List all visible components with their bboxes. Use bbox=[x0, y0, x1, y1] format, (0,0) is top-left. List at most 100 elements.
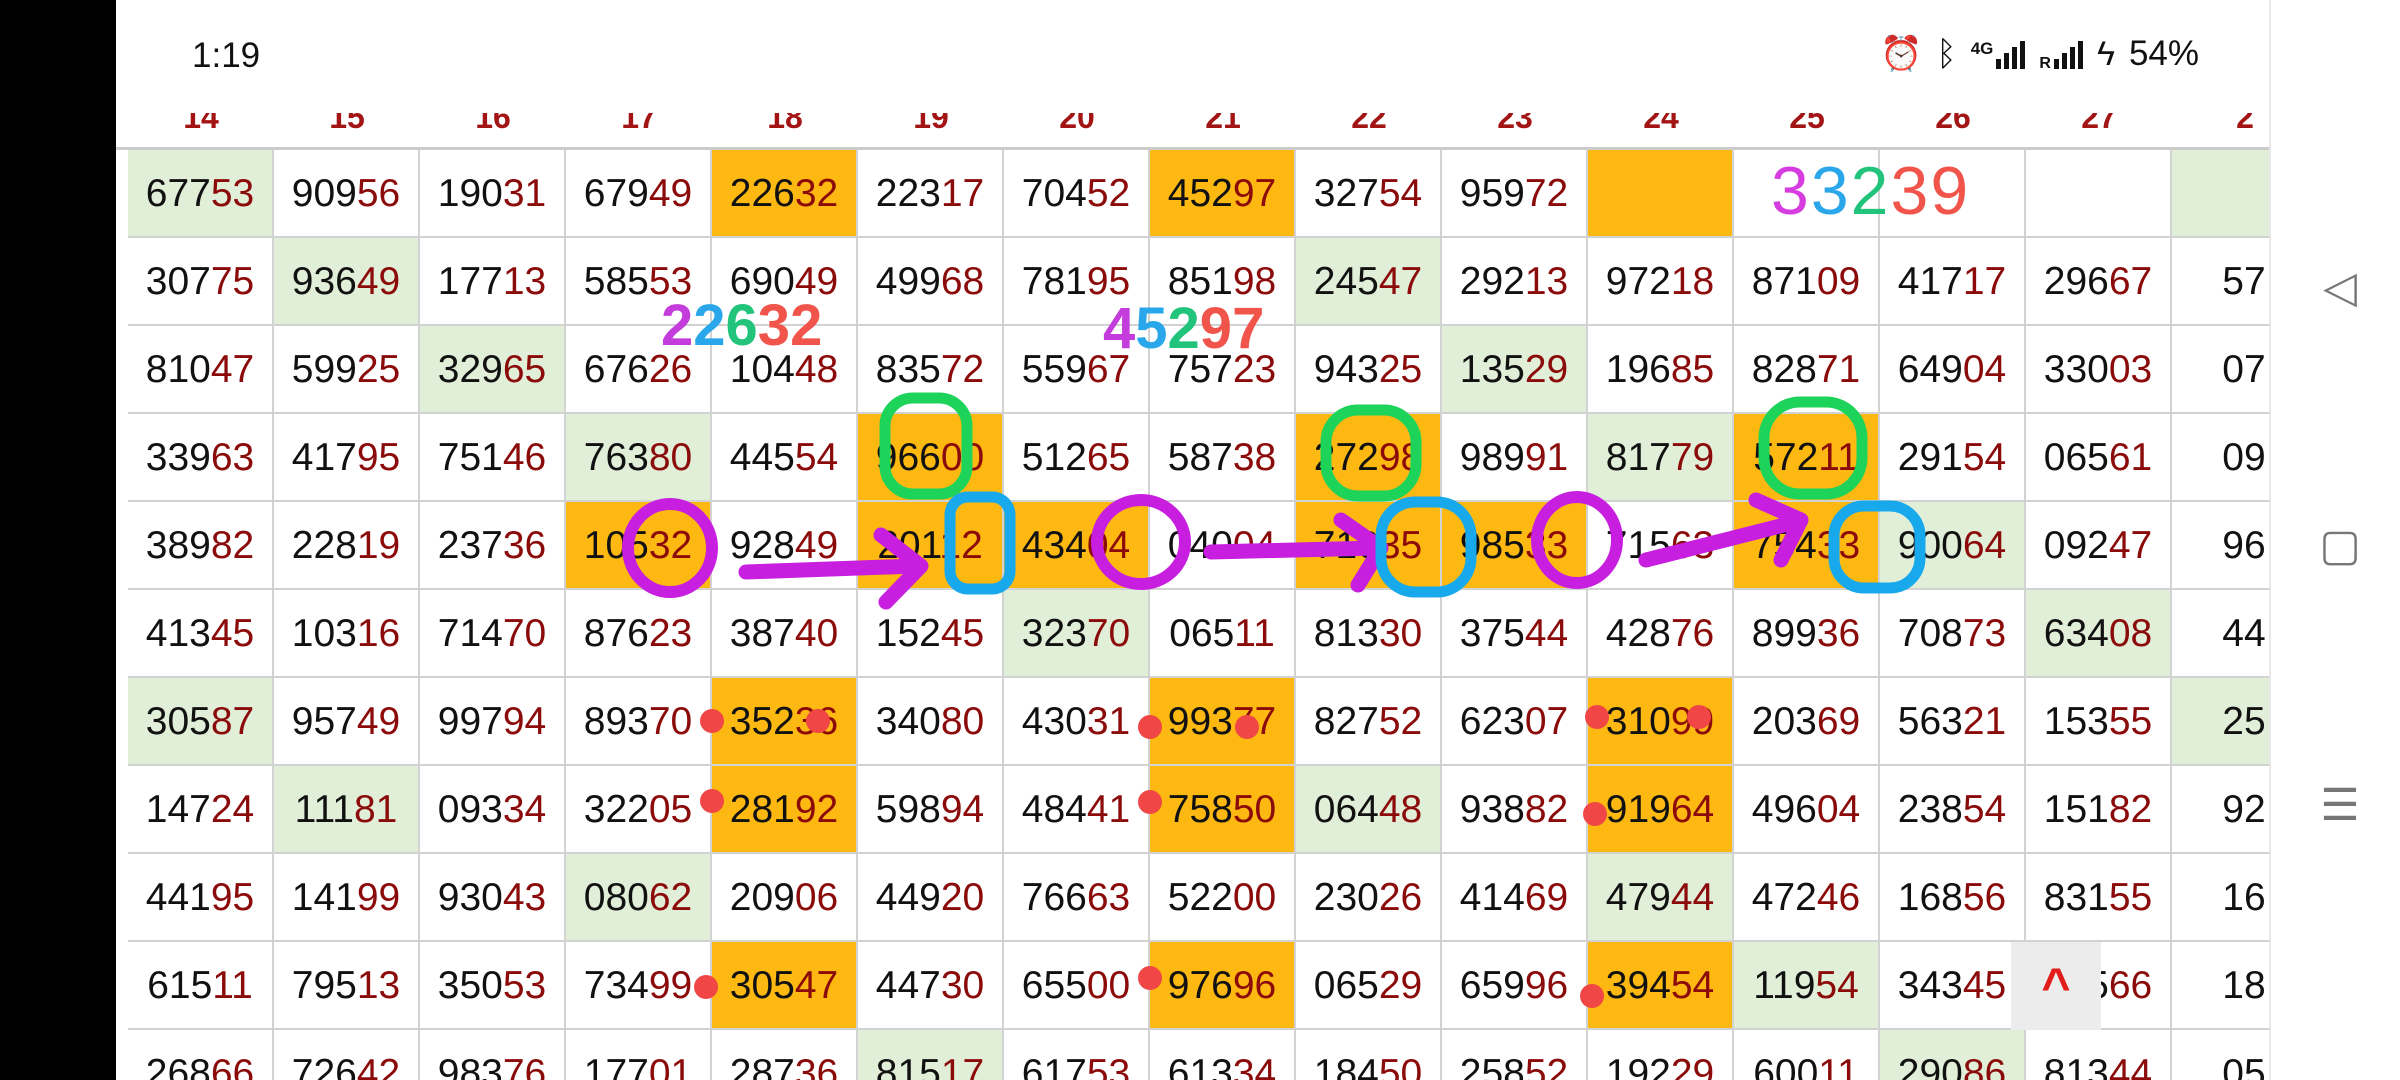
number-cell: 99377 bbox=[1150, 678, 1296, 766]
number-cell: 29667 bbox=[2026, 238, 2172, 326]
number-cell: 87623 bbox=[566, 590, 712, 678]
number-cell: 44920 bbox=[858, 854, 1004, 942]
number-cell: 35236 bbox=[712, 678, 858, 766]
number-cell: 89936 bbox=[1734, 590, 1880, 678]
number-cell: 72642 bbox=[274, 1030, 420, 1080]
number-cell: 87109 bbox=[1734, 238, 1880, 326]
status-time: 1:19 bbox=[192, 36, 261, 75]
number-cell: 18 bbox=[2172, 942, 2269, 1030]
number-cell: 97696 bbox=[1150, 942, 1296, 1030]
number-cell: 49604 bbox=[1734, 766, 1880, 854]
number-cell: 23026 bbox=[1296, 854, 1442, 942]
number-cell: 69049 bbox=[712, 238, 858, 326]
big-number-digit: 9 bbox=[1930, 153, 1971, 229]
number-cell: 81330 bbox=[1296, 590, 1442, 678]
number-cell: 67626 bbox=[566, 326, 712, 414]
number-cell: 20906 bbox=[712, 854, 858, 942]
number-cell: 18450 bbox=[1296, 1030, 1442, 1080]
scroll-top-button[interactable]: ^ bbox=[2011, 942, 2101, 1030]
number-cell: 19685 bbox=[1588, 326, 1734, 414]
number-cell: 95749 bbox=[274, 678, 420, 766]
number-cell: 44195 bbox=[128, 854, 274, 942]
bluetooth-icon: ᛒ bbox=[1936, 35, 1957, 73]
number-cell: 11181 bbox=[274, 766, 420, 854]
number-cell: 92849 bbox=[712, 502, 858, 590]
number-cell: 98376 bbox=[420, 1030, 566, 1080]
number-cell: 32965 bbox=[420, 326, 566, 414]
number-cell: 17701 bbox=[566, 1030, 712, 1080]
number-cell: 81517 bbox=[858, 1030, 1004, 1080]
number-cell: 55967 bbox=[1004, 326, 1150, 414]
number-cell: 49968 bbox=[858, 238, 1004, 326]
number-cell: 93043 bbox=[420, 854, 566, 942]
number-cell: 85198 bbox=[1150, 238, 1296, 326]
column-header-row: 14 15 16 17 18 19 20 21 22 23 24 25 26 27 2 bbox=[116, 99, 2269, 150]
number-cell: 91964 bbox=[1588, 766, 1734, 854]
number-cell: 07 bbox=[2172, 326, 2269, 414]
number-cell: 34080 bbox=[858, 678, 1004, 766]
number-cell: 32370 bbox=[1004, 590, 1150, 678]
number-cell: 27298 bbox=[1296, 414, 1442, 502]
number-cell: 62307 bbox=[1442, 678, 1588, 766]
number-cell: 59925 bbox=[274, 326, 420, 414]
number-cell: 48441 bbox=[1004, 766, 1150, 854]
number-cell: 31099 bbox=[1588, 678, 1734, 766]
back-button[interactable]: ◁ bbox=[2315, 262, 2365, 313]
number-cell: 38740 bbox=[712, 590, 858, 678]
number-cell: 14724 bbox=[128, 766, 274, 854]
number-cell: 65500 bbox=[1004, 942, 1150, 1030]
number-cell: 23736 bbox=[420, 502, 566, 590]
number-cell: 16 bbox=[2172, 854, 2269, 942]
number-cell: 98991 bbox=[1442, 414, 1588, 502]
number-cell: 28736 bbox=[712, 1030, 858, 1080]
number-cell: 32205 bbox=[566, 766, 712, 854]
number-cell: 13529 bbox=[1442, 326, 1588, 414]
recent-apps-button[interactable]: ☰ bbox=[2315, 780, 2365, 831]
number-cell: 19229 bbox=[1588, 1030, 1734, 1080]
number-cell: 81779 bbox=[1588, 414, 1734, 502]
number-cell: 37544 bbox=[1442, 590, 1588, 678]
big-number-digit: 3 bbox=[1890, 153, 1931, 229]
number-cell: 30775 bbox=[128, 238, 274, 326]
number-cell: 96 bbox=[2172, 502, 2269, 590]
home-button[interactable]: ▢ bbox=[2315, 520, 2365, 571]
number-cell: 34345 bbox=[1880, 942, 2026, 1030]
number-cell: 75146 bbox=[420, 414, 566, 502]
number-cell: 44 bbox=[2172, 590, 2269, 678]
number-cell: 43404 bbox=[1004, 502, 1150, 590]
number-cell: 67753 bbox=[128, 150, 274, 238]
big-number-digit: 2 bbox=[1850, 153, 1891, 229]
number-cell: 94325 bbox=[1296, 326, 1442, 414]
number-cell: 35053 bbox=[420, 942, 566, 1030]
number-cell: 10532 bbox=[566, 502, 712, 590]
number-cell: 73499 bbox=[566, 942, 712, 1030]
number-cell: 06561 bbox=[2026, 414, 2172, 502]
number-cell: 64904 bbox=[1880, 326, 2026, 414]
signal-roaming-icon: R bbox=[2039, 39, 2083, 72]
number-cell: 41469 bbox=[1442, 854, 1588, 942]
number-cell: 60011 bbox=[1734, 1030, 1880, 1080]
number-cell bbox=[1588, 150, 1734, 238]
app-screen: 1:19 ⏰ ᛒ 4G R ϟ 54% 14 15 16 17 18 19 20 21 22 23… bbox=[116, 0, 2269, 1080]
number-cell: 32754 bbox=[1296, 150, 1442, 238]
number-cell: 75433 bbox=[1734, 502, 1880, 590]
number-cell: 08062 bbox=[566, 854, 712, 942]
number-cell: 19031 bbox=[420, 150, 566, 238]
number-cell: 09247 bbox=[2026, 502, 2172, 590]
number-cell: 81047 bbox=[128, 326, 274, 414]
number-cell: 09 bbox=[2172, 414, 2269, 502]
number-cell: 30547 bbox=[712, 942, 858, 1030]
number-cell: 30587 bbox=[128, 678, 274, 766]
number-cell: 98533 bbox=[1442, 502, 1588, 590]
number-cell: 23854 bbox=[1880, 766, 2026, 854]
number-cell: 67949 bbox=[566, 150, 712, 238]
number-cell: 10316 bbox=[274, 590, 420, 678]
number-cell: 22317 bbox=[858, 150, 1004, 238]
number-cell: 20369 bbox=[1734, 678, 1880, 766]
number-cell: 44554 bbox=[712, 414, 858, 502]
number-cell: 33963 bbox=[128, 414, 274, 502]
number-cell: 70873 bbox=[1880, 590, 2026, 678]
number-cell: 83155 bbox=[2026, 854, 2172, 942]
number-cell: 22632 bbox=[712, 150, 858, 238]
number-cell: 82752 bbox=[1296, 678, 1442, 766]
